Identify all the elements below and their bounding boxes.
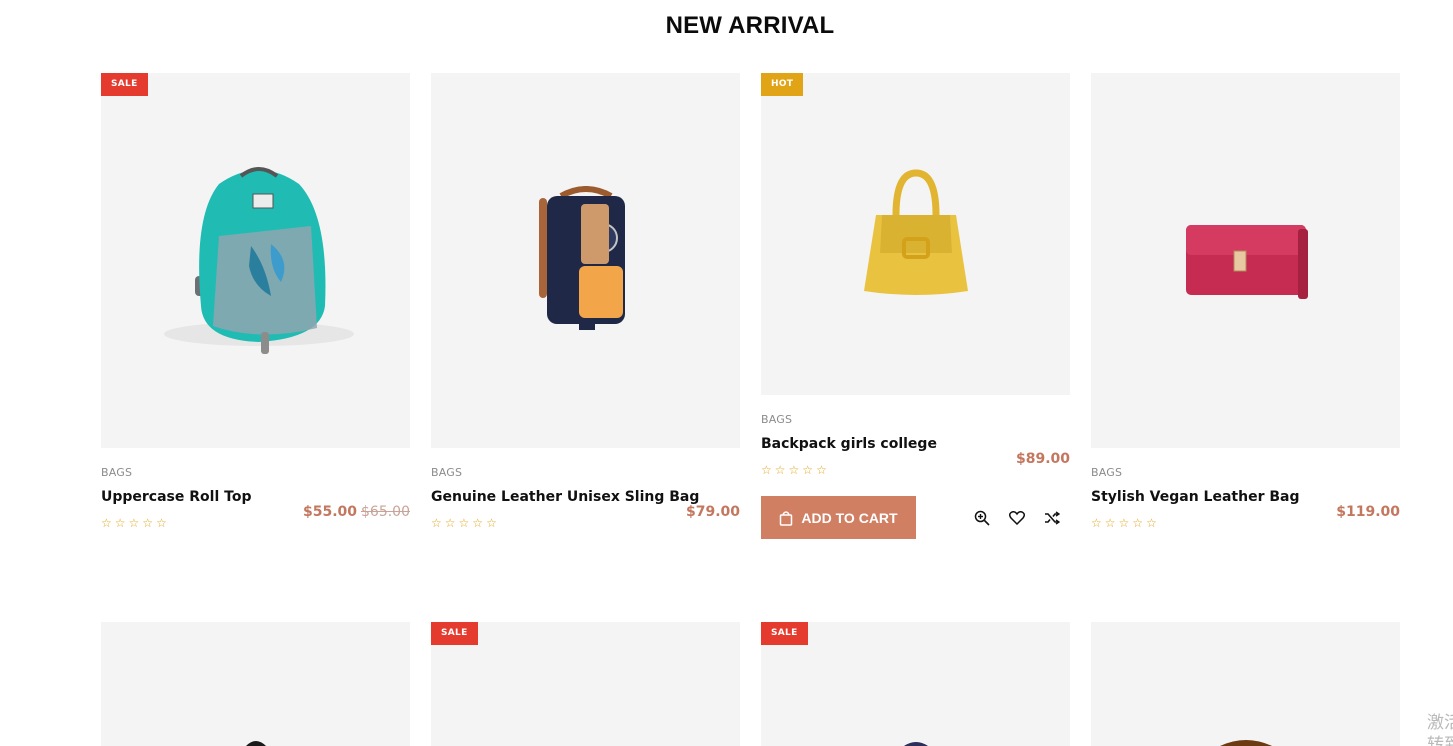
star-outline-icon: ☆ <box>472 516 484 530</box>
activation-watermark: 激活 转到 <box>1427 713 1453 746</box>
product-image-partial <box>1219 740 1272 746</box>
product-card[interactable]: SALE BAGS Uppercase Roll Top ☆ ☆ ☆ ☆ ☆ $… <box>101 73 410 529</box>
star-outline-icon: ☆ <box>431 516 442 530</box>
product-card[interactable]: SALE <box>431 622 740 746</box>
product-price: $55.00 $65.00 <box>303 504 410 520</box>
star-outline-icon: ☆ <box>142 516 154 530</box>
add-to-cart-button[interactable]: ADD TO CART <box>761 496 916 539</box>
star-outline-icon: ☆ <box>816 463 827 477</box>
product-image-partial <box>245 741 266 746</box>
product-image[interactable]: SALE <box>761 622 1070 746</box>
product-image-partial <box>903 742 928 746</box>
product-category[interactable]: BAGS <box>761 413 1070 426</box>
product-name[interactable]: Stylish Vegan Leather Bag <box>1091 489 1400 505</box>
red-wallet-image <box>1185 224 1308 299</box>
star-outline-icon: ☆ <box>774 463 786 477</box>
star-outline-icon: ☆ <box>458 516 470 530</box>
star-outline-icon: ☆ <box>1104 516 1116 530</box>
add-to-cart-label: ADD TO CART <box>801 509 898 526</box>
star-outline-icon: ☆ <box>1132 516 1144 530</box>
product-name[interactable]: Genuine Leather Unisex Sling Bag <box>431 489 740 505</box>
product-image[interactable] <box>431 73 740 448</box>
product-price: $119.00 <box>1336 504 1400 520</box>
sale-badge: SALE <box>761 622 808 645</box>
navy-backpack-image <box>538 185 625 330</box>
product-image[interactable]: SALE <box>101 73 410 448</box>
star-outline-icon: ☆ <box>788 463 800 477</box>
old-price: $65.00 <box>361 504 410 520</box>
product-name[interactable]: Backpack girls college <box>761 436 1070 452</box>
shuffle-icon[interactable] <box>1042 508 1062 528</box>
section-title: NEW ARRIVAL <box>665 12 835 39</box>
yellow-handbag-image <box>863 169 968 295</box>
star-outline-icon: ☆ <box>486 516 497 530</box>
product-category[interactable]: BAGS <box>1091 466 1400 479</box>
product-card[interactable]: SALE <box>761 622 1070 746</box>
star-outline-icon: ☆ <box>114 516 126 530</box>
star-outline-icon: ☆ <box>1118 516 1130 530</box>
heart-icon[interactable] <box>1007 508 1027 528</box>
product-card[interactable]: HOT BAGS Backpack girls college ☆ ☆ ☆ ☆ … <box>761 73 1070 539</box>
star-outline-icon: ☆ <box>101 516 112 530</box>
product-actions: ADD TO CART <box>761 496 1070 539</box>
current-price: $79.00 <box>685 504 740 520</box>
product-image[interactable] <box>1091 73 1400 448</box>
product-image[interactable]: SALE <box>431 622 740 746</box>
product-image[interactable] <box>101 622 410 746</box>
product-price: $79.00 <box>686 504 740 520</box>
star-outline-icon: ☆ <box>1091 516 1102 530</box>
product-category[interactable]: BAGS <box>431 466 740 479</box>
product-name[interactable]: Uppercase Roll Top <box>101 489 410 505</box>
product-image[interactable] <box>1091 622 1400 746</box>
product-price: $89.00 <box>1016 451 1070 467</box>
star-outline-icon: ☆ <box>156 516 167 530</box>
zoom-in-icon[interactable] <box>972 508 992 528</box>
shopping-bag-icon <box>780 510 793 526</box>
sale-badge: SALE <box>101 73 148 96</box>
product-image[interactable]: HOT <box>761 73 1070 395</box>
hot-badge: HOT <box>761 73 804 96</box>
star-outline-icon: ☆ <box>444 516 456 530</box>
star-outline-icon: ☆ <box>128 516 140 530</box>
sale-badge: SALE <box>431 622 478 645</box>
current-price: $55.00 <box>302 504 357 520</box>
star-outline-icon: ☆ <box>761 463 772 477</box>
current-price: $119.00 <box>1336 504 1400 520</box>
star-outline-icon: ☆ <box>1146 516 1157 530</box>
product-category[interactable]: BAGS <box>101 466 410 479</box>
teal-backpack-image <box>163 166 354 354</box>
star-outline-icon: ☆ <box>802 463 814 477</box>
product-card[interactable] <box>1091 622 1400 746</box>
product-card[interactable] <box>101 622 410 746</box>
product-card[interactable]: BAGS Genuine Leather Unisex Sling Bag ☆ … <box>431 73 740 529</box>
product-card[interactable]: BAGS Stylish Vegan Leather Bag ☆ ☆ ☆ ☆ ☆… <box>1091 73 1400 529</box>
current-price: $89.00 <box>1015 451 1070 467</box>
